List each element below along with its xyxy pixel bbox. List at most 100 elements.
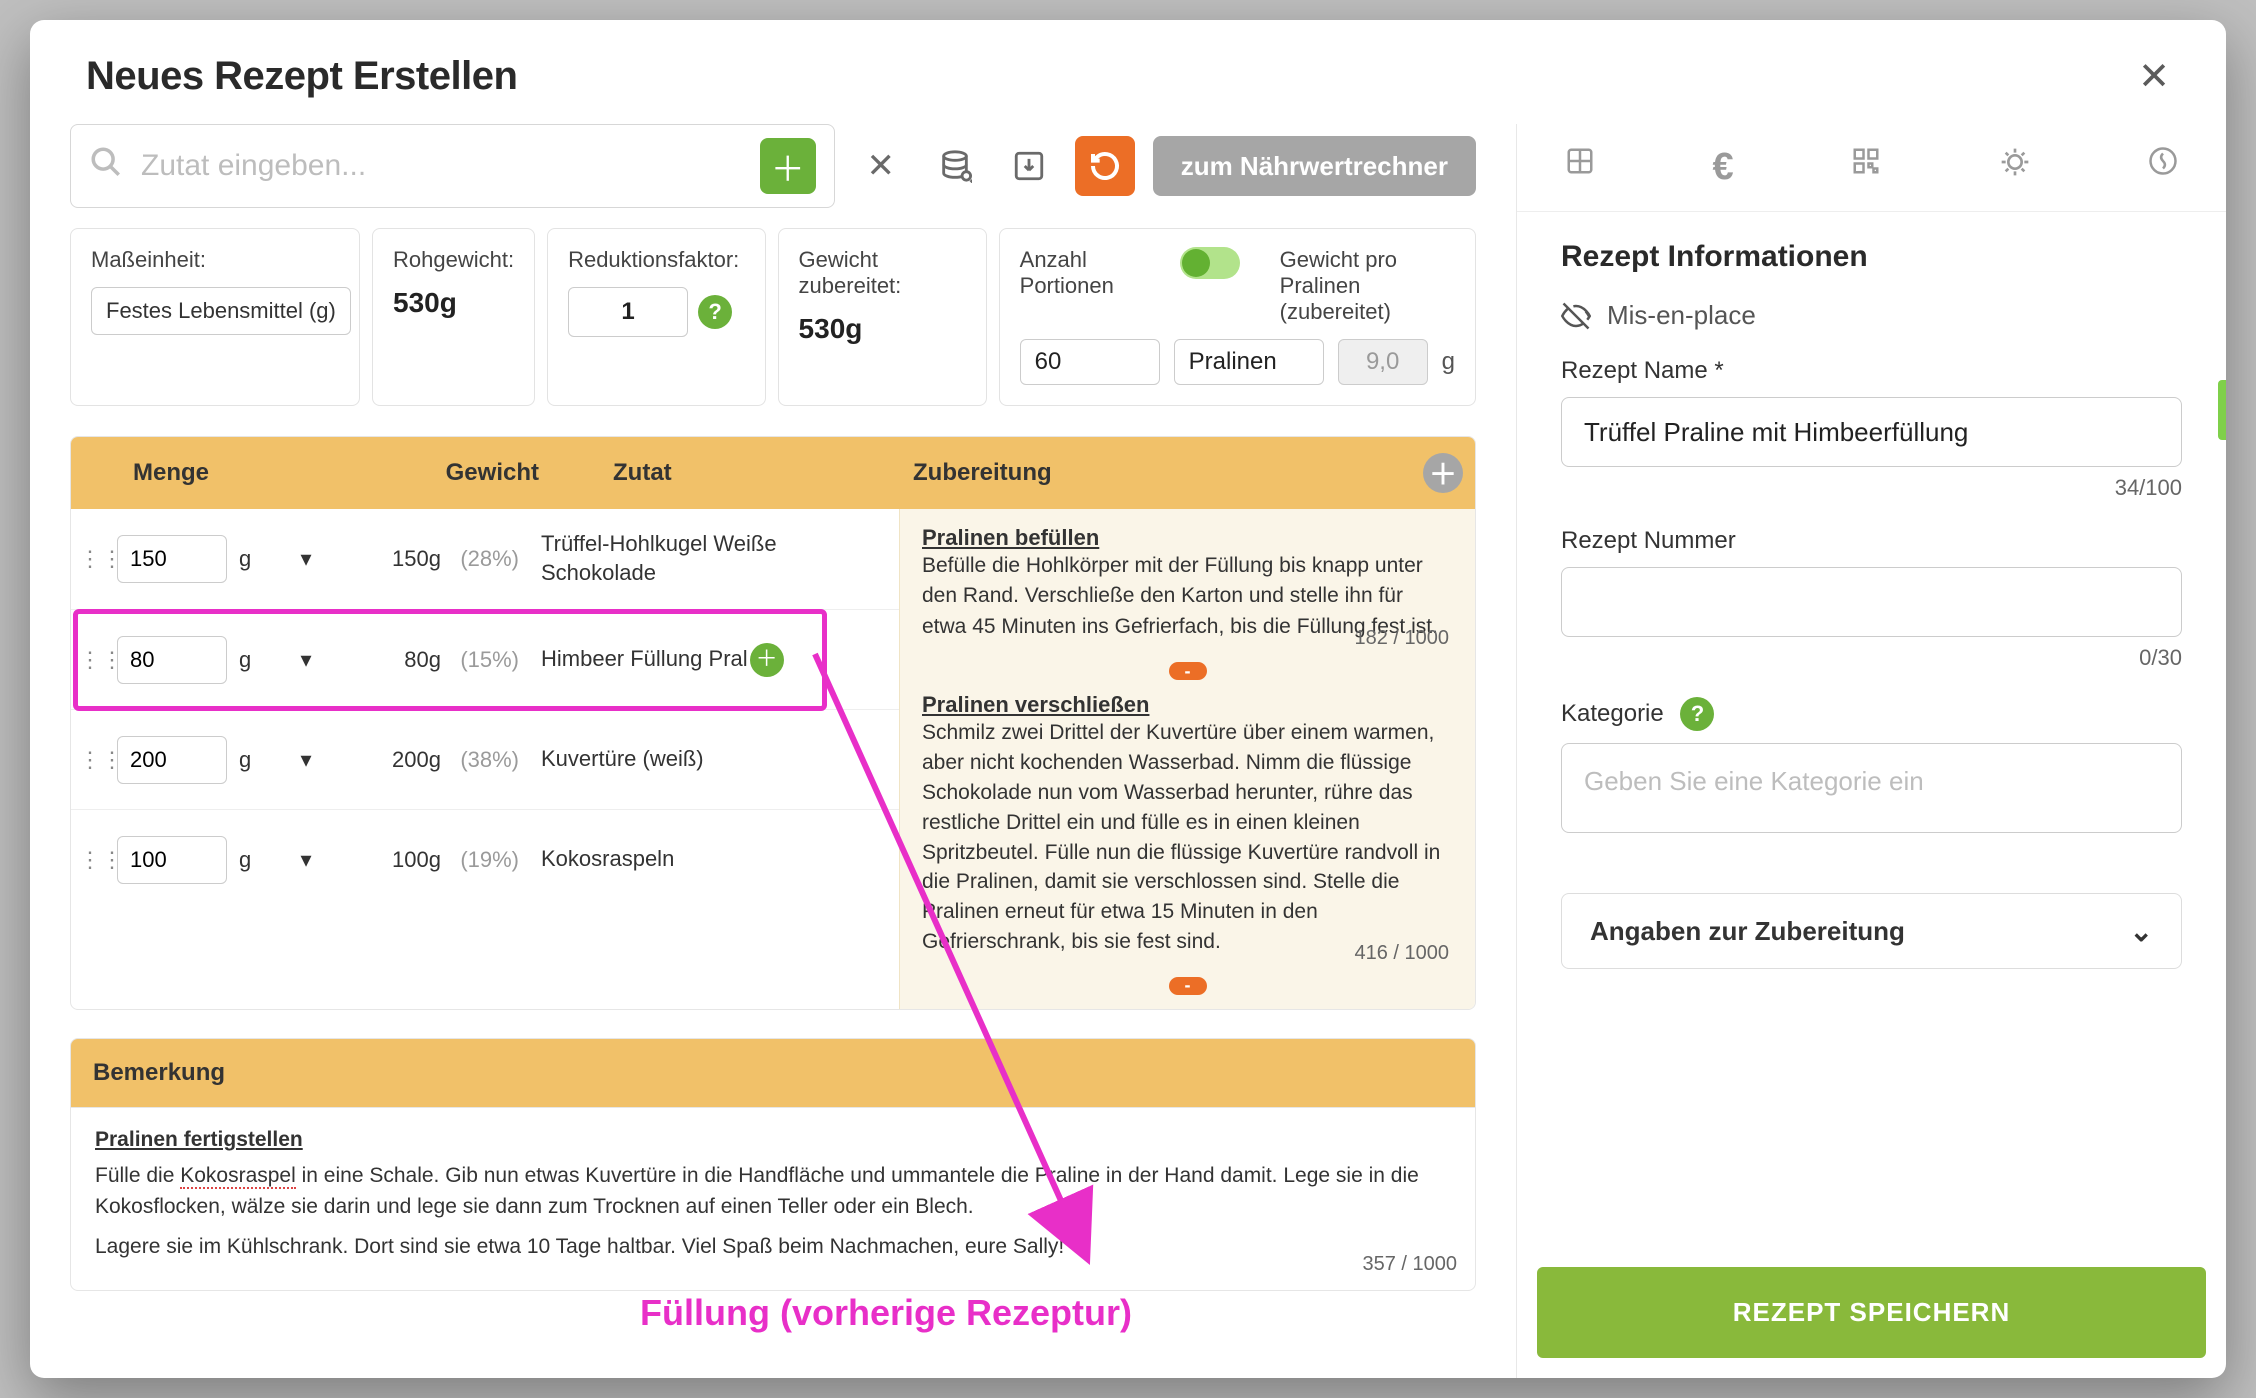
- qty-input[interactable]: [117, 535, 227, 583]
- portions-input[interactable]: [1020, 339, 1160, 385]
- table-row: ⋮⋮ g ▾ 200g (38%) Kuvertüre (weiß): [71, 709, 899, 809]
- portions-toggle[interactable]: [1180, 247, 1240, 279]
- drag-handle-icon[interactable]: ⋮⋮: [79, 847, 111, 873]
- table-row: ⋮⋮ g ▾ 100g (19%) Kokosraspeln: [71, 809, 899, 909]
- sub-recipe-icon[interactable]: ＋: [750, 643, 784, 677]
- remove-prep-button[interactable]: -: [1169, 662, 1207, 680]
- dropdown-icon[interactable]: ▾: [281, 647, 331, 673]
- modal-header: Neues Rezept Erstellen ✕: [30, 20, 2226, 123]
- prep-block[interactable]: Pralinen befüllen Befülle die Hohlkörper…: [922, 525, 1453, 650]
- char-count: 416 / 1000: [1354, 942, 1449, 965]
- create-recipe-modal: Neues Rezept Erstellen ✕ ＋ ✕: [30, 20, 2226, 1378]
- preparation-accordion[interactable]: Angaben zur Zubereitung ⌄: [1561, 893, 2182, 969]
- prepared-weight-label: Gewicht zubereitet:: [799, 247, 966, 299]
- ingredient-name: Kuvertüre (weiß): [537, 745, 891, 774]
- ingredient-table: Menge Gewicht Zutat Zubereitung ＋ ⋮⋮ g: [70, 436, 1476, 1010]
- remark-title: Pralinen fertigstellen: [95, 1128, 1451, 1152]
- gluten-icon[interactable]: [2148, 146, 2178, 189]
- pct-cell: (15%): [441, 647, 537, 673]
- col-zubereitung: Zubereitung ＋: [899, 437, 1475, 509]
- portions-unit-input[interactable]: [1174, 339, 1324, 385]
- per-portion-label: Gewicht pro Pralinen (zubereitet): [1280, 247, 1455, 325]
- save-recipe-button[interactable]: REZEPT SPEICHERN: [1537, 1267, 2206, 1358]
- ingredient-toolbar: ＋ ✕ zum Nährwertrechner: [70, 124, 1476, 208]
- left-panel: ＋ ✕ zum Nährwertrechner Maßeinheit: Fest…: [30, 124, 1516, 1378]
- search-icon: [89, 145, 123, 188]
- per-portion-weight: [1338, 339, 1428, 385]
- annotation-label: Füllung (vorherige Rezeptur): [640, 1292, 1132, 1334]
- spellcheck-word: Kokosraspel: [180, 1164, 296, 1189]
- database-icon[interactable]: [927, 138, 983, 194]
- prep-title: Pralinen verschließen: [922, 692, 1453, 718]
- weight-cell: 150g: [331, 546, 441, 572]
- recipe-name-input[interactable]: [1561, 397, 2182, 467]
- col-menge: Menge: [119, 437, 379, 509]
- euro-icon[interactable]: €: [1712, 146, 1733, 189]
- char-count: 0/30: [1561, 645, 2182, 671]
- drag-handle-icon[interactable]: ⋮⋮: [79, 647, 111, 673]
- add-ingredient-button[interactable]: ＋: [760, 138, 816, 194]
- reduction-input[interactable]: [568, 287, 688, 337]
- portions-label: Anzahl Portionen: [1020, 247, 1140, 299]
- nutrition-calculator-button[interactable]: zum Nährwertrechner: [1153, 136, 1476, 196]
- table-row: ⋮⋮ g ▾ 150g (28%) Trüffel-Hohlkugel Weiß…: [71, 509, 899, 609]
- weight-cell: 200g: [331, 747, 441, 773]
- per-portion-unit: g: [1442, 348, 1455, 376]
- close-button[interactable]: ✕: [2138, 54, 2170, 99]
- remove-prep-button[interactable]: -: [1169, 977, 1207, 995]
- download-icon[interactable]: [1001, 138, 1057, 194]
- remark-heading: Bemerkung: [70, 1038, 1476, 1107]
- remark-body[interactable]: Pralinen fertigstellen Fülle die Kokosra…: [70, 1107, 1476, 1292]
- qty-input[interactable]: [117, 736, 227, 784]
- help-icon[interactable]: ?: [698, 295, 732, 329]
- allergen-icon[interactable]: [1999, 146, 2031, 189]
- prep-block[interactable]: Pralinen verschließen Schmilz zwei Dritt…: [922, 692, 1453, 965]
- dropdown-icon[interactable]: ▾: [281, 546, 331, 572]
- recipe-number-input[interactable]: [1561, 567, 2182, 637]
- prep-text: Schmilz zwei Drittel der Kuvertüre über …: [922, 718, 1453, 957]
- refresh-button[interactable]: [1075, 136, 1135, 196]
- ingredient-search-wrap: ＋: [70, 124, 835, 208]
- dropdown-icon[interactable]: ▾: [281, 847, 331, 873]
- unit-select[interactable]: Festes Lebensmittel (g): [91, 287, 351, 335]
- prepared-weight-value: 530g: [799, 313, 966, 345]
- right-heading: Rezept Informationen: [1561, 240, 2182, 274]
- remark-text: Lagere sie im Kühlschrank. Dort sind sie…: [95, 1231, 1451, 1263]
- unit-label: g: [227, 546, 281, 572]
- help-icon[interactable]: ?: [1680, 697, 1714, 731]
- remark-section: Bemerkung Pralinen fertigstellen Fülle d…: [70, 1038, 1476, 1292]
- dropdown-icon[interactable]: ▾: [281, 747, 331, 773]
- add-preparation-button[interactable]: ＋: [1423, 453, 1463, 493]
- calculator-icon[interactable]: [1565, 146, 1595, 189]
- drag-handle-icon[interactable]: ⋮⋮: [79, 546, 111, 572]
- category-label: Kategorie ?: [1561, 697, 2182, 731]
- recipe-name-label: Rezept Name *: [1561, 357, 2182, 385]
- pct-cell: (19%): [441, 847, 537, 873]
- clear-icon[interactable]: ✕: [853, 138, 909, 194]
- chevron-down-icon: ⌄: [2130, 915, 2153, 948]
- scroll-indicator: [2218, 380, 2226, 440]
- modal-title: Neues Rezept Erstellen: [86, 54, 2138, 99]
- qty-input[interactable]: [117, 836, 227, 884]
- char-count: 182 / 1000: [1354, 627, 1449, 650]
- char-count: 357 / 1000: [1362, 1253, 1457, 1276]
- pct-cell: (28%): [441, 546, 537, 572]
- qty-input[interactable]: [117, 636, 227, 684]
- table-row: ⋮⋮ g ▾ 80g (15%) Himbeer Füllung Pral ＋: [71, 609, 899, 709]
- eye-off-icon: [1561, 301, 1591, 331]
- mis-en-place-toggle[interactable]: Mis-en-place: [1561, 300, 2182, 331]
- raw-weight-label: Rohgewicht:: [393, 247, 514, 273]
- params-row: Maßeinheit: Festes Lebensmittel (g) Rohg…: [70, 228, 1476, 406]
- right-panel: € Rezept Informationen Mis-en-place Reze…: [1516, 124, 2226, 1378]
- ingredient-name: Kokosraspeln: [537, 845, 891, 874]
- preparation-column: Pralinen befüllen Befülle die Hohlkörper…: [899, 509, 1475, 1009]
- ingredient-search-input[interactable]: [141, 149, 742, 183]
- col-zutat: Zutat: [599, 437, 899, 509]
- category-input[interactable]: Geben Sie eine Kategorie ein: [1561, 743, 2182, 833]
- drag-handle-icon[interactable]: ⋮⋮: [79, 747, 111, 773]
- col-gewicht: Gewicht: [379, 437, 599, 509]
- weight-cell: 100g: [331, 847, 441, 873]
- recipe-number-label: Rezept Nummer: [1561, 527, 2182, 555]
- remark-text: Fülle die Kokosraspel in eine Schale. Gi…: [95, 1160, 1451, 1223]
- qr-icon[interactable]: [1851, 146, 1881, 189]
